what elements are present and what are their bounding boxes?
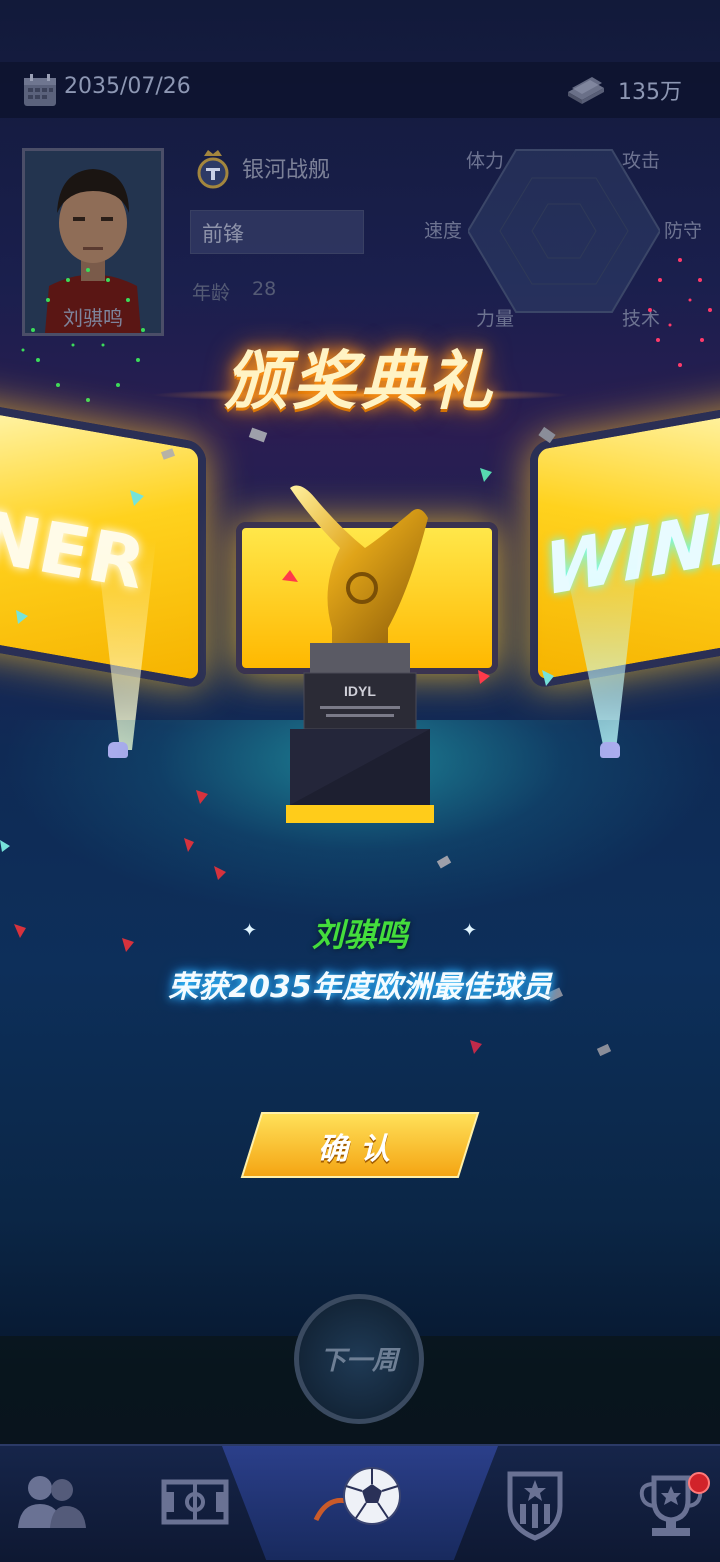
age-label: 年龄 [192, 282, 231, 304]
ceremony-title: 颁奖典礼 [224, 345, 496, 419]
radar-label-speed: 速度 [424, 220, 463, 242]
age-value: 28 [252, 278, 277, 300]
radar-label-defense: 防守 [664, 220, 703, 242]
radar-label-attack: 攻击 [622, 150, 661, 172]
money-balance: 135万 [618, 80, 682, 105]
cash-icon [568, 77, 604, 104]
notification-badge [688, 1472, 710, 1494]
pitch-icon[interactable] [150, 1460, 240, 1544]
team-icon[interactable] [6, 1460, 96, 1544]
position-label: 前锋 [202, 222, 244, 246]
radar-label-stamina: 体力 [466, 150, 505, 172]
current-date: 2035/07/26 [64, 74, 191, 99]
club-badge-icon [197, 150, 229, 189]
next-week-label: 下一周 [319, 1346, 398, 1376]
match-ball-icon[interactable] [310, 1460, 410, 1544]
winner-name: 刘骐鸣 [311, 916, 408, 954]
award-description: 荣获2035年度欧洲最佳球员 [168, 970, 552, 1005]
club-name: 银河战舰 [242, 158, 331, 183]
calendar-icon [24, 74, 56, 106]
radar-label-power: 力量 [476, 308, 515, 330]
club-crest-icon[interactable] [490, 1460, 580, 1544]
confirm-button-label: 确认 [318, 1132, 402, 1167]
